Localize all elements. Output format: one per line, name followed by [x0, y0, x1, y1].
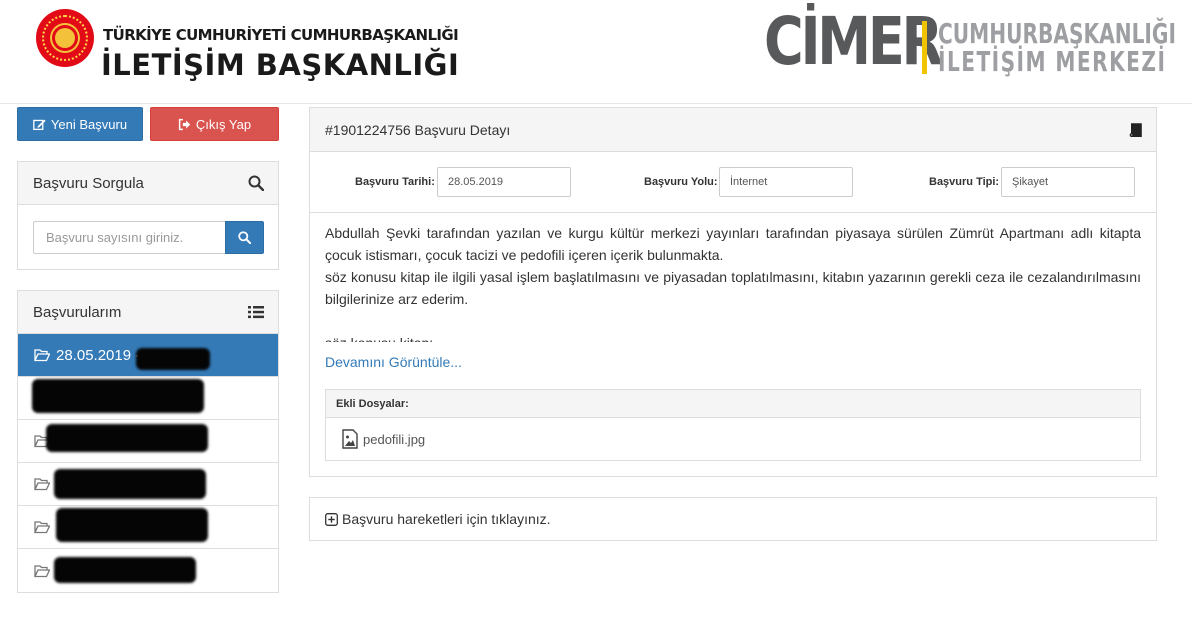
application-list-item[interactable]	[18, 549, 278, 592]
query-panel-header: Başvuru Sorgula	[18, 162, 278, 205]
redaction-mark	[54, 557, 196, 583]
application-detail-panel: #1901224756 Başvuru Detayı Başvuru Tarih…	[309, 107, 1157, 477]
application-query-panel: Başvuru Sorgula Başvuru sayısını giriniz…	[17, 161, 279, 270]
redaction-mark	[54, 469, 206, 499]
query-panel-title: Başvuru Sorgula	[33, 174, 144, 192]
type-label: Başvuru Tipi:	[929, 176, 1000, 188]
book-icon[interactable]	[1128, 122, 1142, 137]
application-number-input[interactable]: Başvuru sayısını giriniz.	[33, 221, 225, 254]
folder-open-icon	[34, 349, 50, 362]
edit-icon	[33, 119, 46, 130]
applications-panel-header: Başvurularım	[18, 291, 278, 334]
channel-field: İnternet	[719, 167, 853, 197]
new-application-button[interactable]: Yeni Başvuru	[17, 107, 143, 141]
redaction-mark	[46, 424, 208, 452]
application-meta-row: Başvuru Tarihi: 28.05.2019 Başvuru Yolu:…	[310, 152, 1156, 213]
application-moves-toggle[interactable]: Başvuru hareketleri için tıklayınız.	[309, 497, 1157, 541]
redaction-mark	[32, 379, 204, 413]
description-paragraph: söz konusu kitap:	[325, 332, 1141, 342]
application-list-item[interactable]	[18, 463, 278, 506]
cimer-logo: CİMER	[764, 3, 943, 80]
applications-panel-title: Başvurularım	[33, 303, 122, 321]
logout-button[interactable]: Çıkış Yap	[150, 107, 279, 141]
page-header: TÜRKİYE CUMHURİYETİ CUMHURBAŞKANLIĞI İLE…	[0, 0, 1192, 104]
show-more-link[interactable]: Devamını Görüntüle...	[325, 354, 462, 370]
attached-files-box: Ekli Dosyalar: pedofili.jpg	[325, 389, 1141, 461]
org-name-small: TÜRKİYE CUMHURİYETİ CUMHURBAŞKANLIĞI	[103, 26, 459, 44]
redaction-mark	[136, 348, 210, 370]
logout-label: Çıkış Yap	[195, 116, 252, 132]
description-paragraph: söz konusu kitap ile ilgili yasal işlem …	[325, 269, 1141, 307]
folder-open-icon	[34, 521, 50, 534]
description-paragraph: Abdullah Şevki tarafından yazılan ve kur…	[325, 225, 1141, 263]
application-list-item[interactable]	[18, 420, 278, 463]
search-icon	[248, 175, 264, 191]
application-description: Abdullah Şevki tarafından yazılan ve kur…	[325, 222, 1141, 342]
redaction-mark	[56, 508, 208, 542]
folder-open-icon	[34, 564, 50, 577]
application-list-item[interactable]	[18, 377, 278, 420]
attached-files-title: Ekli Dosyalar:	[326, 390, 1140, 418]
cimer-logo-divider	[922, 21, 927, 74]
date-field: 28.05.2019	[437, 167, 571, 197]
detail-panel-header: #1901224756 Başvuru Detayı	[310, 108, 1156, 152]
attached-file[interactable]: pedofili.jpg	[326, 418, 1140, 460]
my-applications-panel: Başvurularım 28.05.2019 - #	[17, 290, 279, 593]
detail-title: #1901224756 Başvuru Detayı	[325, 121, 511, 138]
cimer-subtitle-line2: İLETİŞİM MERKEZİ	[938, 45, 1167, 78]
plus-square-icon	[325, 512, 338, 526]
search-icon	[238, 231, 251, 244]
application-list-item[interactable]: 28.05.2019 - #	[18, 334, 278, 377]
query-form: Başvuru sayısını giriniz.	[33, 221, 264, 254]
query-search-button[interactable]	[225, 221, 264, 254]
image-file-icon	[342, 429, 358, 449]
list-icon	[248, 306, 264, 319]
attached-file-name: pedofili.jpg	[363, 431, 426, 447]
application-list-item[interactable]	[18, 506, 278, 549]
type-field: Şikayet	[1001, 167, 1135, 197]
sign-out-icon	[178, 118, 191, 130]
folder-open-icon	[34, 478, 50, 491]
channel-label: Başvuru Yolu:	[644, 176, 718, 188]
org-name-big: İLETİŞİM BAŞKANLIĞI	[101, 48, 460, 82]
new-application-label: Yeni Başvuru	[50, 116, 128, 132]
application-moves-label: Başvuru hareketleri için tıklayınız.	[342, 511, 551, 527]
presidential-seal-logo	[36, 9, 94, 67]
date-label: Başvuru Tarihi:	[355, 176, 435, 188]
